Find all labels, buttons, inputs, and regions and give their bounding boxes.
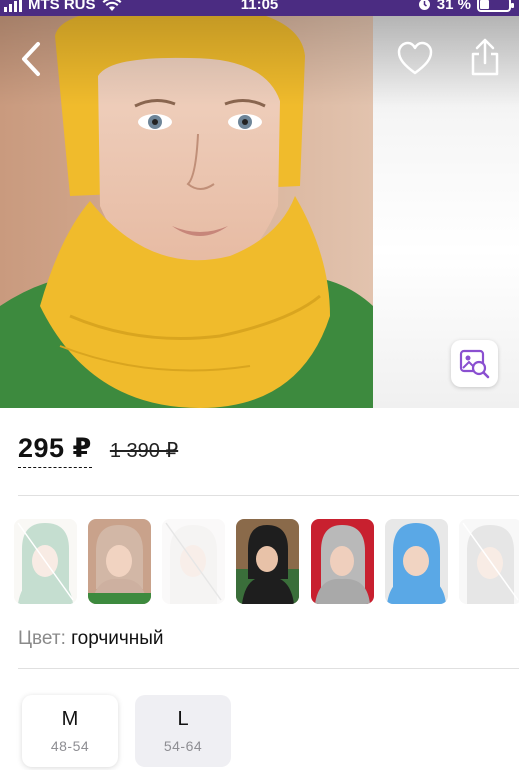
size-label: M: [61, 708, 79, 730]
status-bar: MTS RUS 11:05 31 %: [0, 0, 519, 16]
visual-search-icon: [459, 349, 489, 378]
favorite-button[interactable]: [396, 40, 434, 78]
current-price[interactable]: 295 ₽: [18, 433, 92, 468]
product-gallery[interactable]: [0, 16, 519, 408]
share-button[interactable]: [466, 36, 504, 78]
size-option-l[interactable]: L 54-64: [135, 695, 231, 767]
back-icon: [22, 42, 40, 76]
share-icon: [471, 38, 499, 76]
status-right: 31 %: [418, 0, 514, 13]
size-range: 54-64: [163, 738, 203, 754]
color-value: горчичный: [71, 628, 164, 649]
size-label: L: [177, 708, 189, 730]
color-swatch-black[interactable]: [236, 519, 299, 604]
color-swatch-grey[interactable]: [311, 519, 374, 604]
price-row: 295 ₽ 1 390 ₽: [18, 433, 178, 468]
color-swatches[interactable]: [14, 519, 519, 605]
color-label: Цвет:: [18, 628, 66, 649]
alarm-icon: [418, 0, 430, 10]
size-option-m[interactable]: M 48-54: [22, 695, 118, 767]
visual-search-button[interactable]: [451, 340, 498, 387]
battery-percent: 31 %: [436, 0, 471, 13]
battery-icon: [477, 0, 514, 12]
color-swatch-light-grey[interactable]: [459, 519, 519, 604]
color-swatch-white[interactable]: [162, 519, 225, 604]
color-swatch-green[interactable]: [14, 519, 77, 604]
old-price: 1 390 ₽: [109, 440, 179, 462]
photo-top-shade: [0, 16, 519, 106]
color-swatch-beige[interactable]: [88, 519, 151, 604]
size-range: 48-54: [50, 738, 90, 754]
divider: [18, 668, 519, 669]
selected-color: Цвет: горчичный: [18, 628, 164, 650]
back-button[interactable]: [14, 38, 48, 80]
heart-icon: [397, 41, 433, 75]
divider: [18, 495, 519, 496]
color-swatch-blue[interactable]: [385, 519, 448, 604]
